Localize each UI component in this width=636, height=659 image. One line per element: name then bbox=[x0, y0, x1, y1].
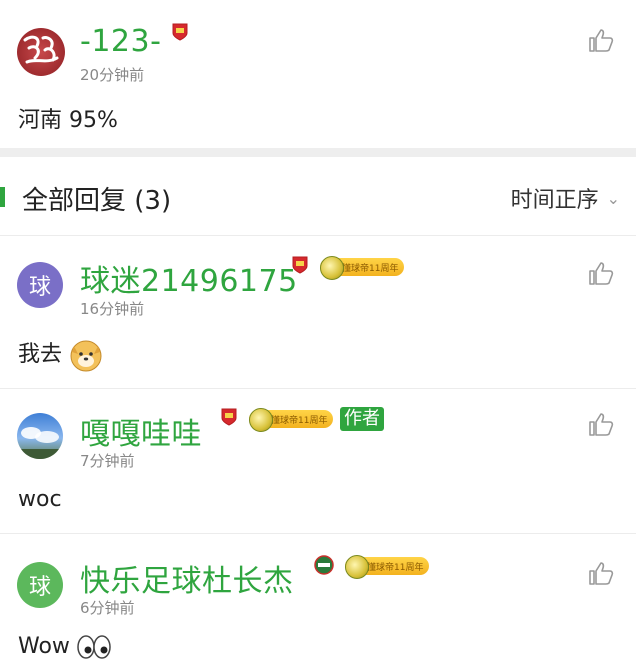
reply-content: Wow bbox=[18, 634, 111, 659]
sort-dropdown[interactable]: 时间正序 ⌄ bbox=[511, 182, 620, 214]
user-avatar[interactable]: 球 bbox=[17, 262, 63, 308]
replies-title: 全部回复 (3) bbox=[22, 186, 172, 216]
reply-username[interactable]: 嘎嘎哇哇 bbox=[80, 409, 202, 453]
user-avatar[interactable] bbox=[17, 413, 63, 459]
post-content: 河南 95% bbox=[18, 108, 118, 133]
anniversary-badge: 懂球帝11周年 bbox=[345, 555, 430, 579]
team-shield-icon bbox=[172, 23, 188, 41]
reply-content: 我去 bbox=[18, 336, 103, 372]
chevron-down-icon: ⌄ bbox=[606, 189, 620, 208]
reply-time: 16分钟前 bbox=[80, 300, 145, 318]
reply-content: woc bbox=[18, 487, 62, 512]
reply-item: 嘎嘎哇哇 懂球帝11周年 作者 7分钟前 woc bbox=[0, 389, 636, 533]
sky-avatar-icon bbox=[17, 427, 63, 459]
reply-item: 球 球迷21496175 懂球帝11周年 16分钟前 我去 bbox=[0, 236, 636, 388]
doge-emoji-icon bbox=[70, 340, 102, 372]
thumbs-up-icon[interactable] bbox=[588, 560, 614, 586]
author-tag: 作者 bbox=[340, 407, 384, 431]
reply-time: 6分钟前 bbox=[80, 599, 135, 617]
anniversary-badge: 懂球帝11周年 bbox=[320, 256, 405, 280]
user-avatar[interactable] bbox=[17, 28, 65, 76]
reply-item: 球 快乐足球杜长杰 懂球帝11周年 6分钟前 Wow bbox=[0, 534, 636, 659]
anniversary-badge-icon bbox=[320, 256, 344, 280]
anniversary-badge: 懂球帝11周年 bbox=[249, 408, 334, 432]
sort-label: 时间正序 bbox=[510, 188, 599, 213]
post-username[interactable]: -123- bbox=[80, 24, 161, 59]
reply-username[interactable]: 球迷21496175 bbox=[80, 256, 298, 300]
avatar-calligraphy-icon bbox=[23, 35, 59, 64]
main-comment: -123- 20分钟前 河南 95% bbox=[0, 0, 636, 148]
team-logo-icon bbox=[314, 555, 334, 575]
thumbs-up-icon[interactable] bbox=[588, 411, 614, 437]
anniversary-badge-icon bbox=[249, 408, 273, 432]
eyes-emoji-icon bbox=[77, 635, 111, 659]
thumbs-up-icon[interactable] bbox=[588, 260, 614, 286]
section-accent-bar bbox=[0, 187, 5, 207]
anniversary-badge-icon bbox=[345, 555, 369, 579]
post-time: 20分钟前 bbox=[80, 66, 145, 84]
user-avatar[interactable]: 球 bbox=[17, 562, 63, 608]
reply-time: 7分钟前 bbox=[80, 452, 135, 470]
reply-username[interactable]: 快乐足球杜长杰 bbox=[80, 556, 294, 600]
thumbs-up-icon[interactable] bbox=[588, 27, 614, 53]
team-shield-icon bbox=[292, 256, 308, 274]
section-divider bbox=[0, 148, 636, 157]
team-shield-icon bbox=[221, 408, 237, 426]
